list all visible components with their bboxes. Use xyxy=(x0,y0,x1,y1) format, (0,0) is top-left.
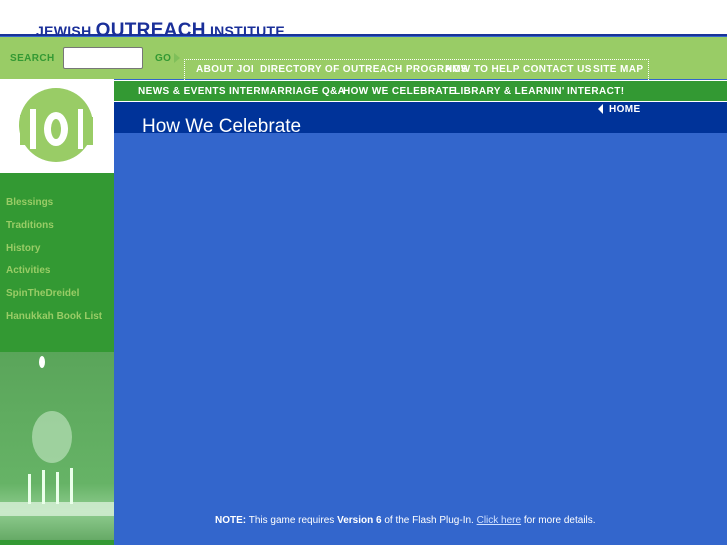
arrow-left-icon xyxy=(598,104,603,114)
note-label: NOTE: xyxy=(215,515,247,526)
nav-news-events[interactable]: NEWS & EVENTS xyxy=(138,86,226,97)
nav-interact[interactable]: INTERACT! xyxy=(567,86,624,97)
sidebar-item-history[interactable]: History xyxy=(6,243,40,254)
sidebar-item-activities[interactable]: Activities xyxy=(6,265,50,276)
nav-contact-us[interactable]: CONTACT US xyxy=(523,64,592,75)
nav-how-to-help[interactable]: HOW TO HELP xyxy=(445,64,520,75)
sidebar-item-spin-the-dreidel[interactable]: SpinTheDreidel xyxy=(6,288,79,299)
note-text: This game requires xyxy=(246,515,338,526)
joi-logo-icon xyxy=(19,88,93,162)
joi-logo[interactable] xyxy=(0,79,114,174)
note-text: for more details. xyxy=(521,515,596,526)
go-button[interactable]: GO xyxy=(155,53,171,64)
search-input[interactable] xyxy=(63,47,143,69)
search-label: SEARCH xyxy=(10,53,55,64)
page-title: How We Celebrate xyxy=(142,116,302,137)
nav-library[interactable]: LIBRARY & LEARNIN' xyxy=(454,86,565,97)
arrow-right-icon xyxy=(174,53,180,63)
sidebar-item-blessings[interactable]: Blessings xyxy=(6,197,53,208)
note-text: of the Flash Plug-In. xyxy=(381,515,477,526)
nav-directory[interactable]: DIRECTORY OF OUTREACH PROGRAMS xyxy=(260,64,468,75)
home-link[interactable]: HOME xyxy=(609,104,641,115)
nav-about-joi[interactable]: ABOUT JOI xyxy=(196,64,254,75)
nav-site-map[interactable]: SITE MAP xyxy=(593,64,643,75)
click-here-link[interactable]: Click here xyxy=(477,515,521,526)
nav-how-we-celebrate[interactable]: HOW WE CELEBRATE xyxy=(343,86,456,97)
sidebar-item-traditions[interactable]: Traditions xyxy=(6,220,54,231)
flash-note: NOTE: This game requires Version 6 of th… xyxy=(215,515,596,526)
nav-intermarriage[interactable]: INTERMARRIAGE Q&A xyxy=(229,86,345,97)
note-version: Version 6 xyxy=(337,515,382,526)
sidebar-item-book-list[interactable]: Hanukkah Book List xyxy=(6,311,102,322)
child-candles-photo xyxy=(0,352,114,540)
